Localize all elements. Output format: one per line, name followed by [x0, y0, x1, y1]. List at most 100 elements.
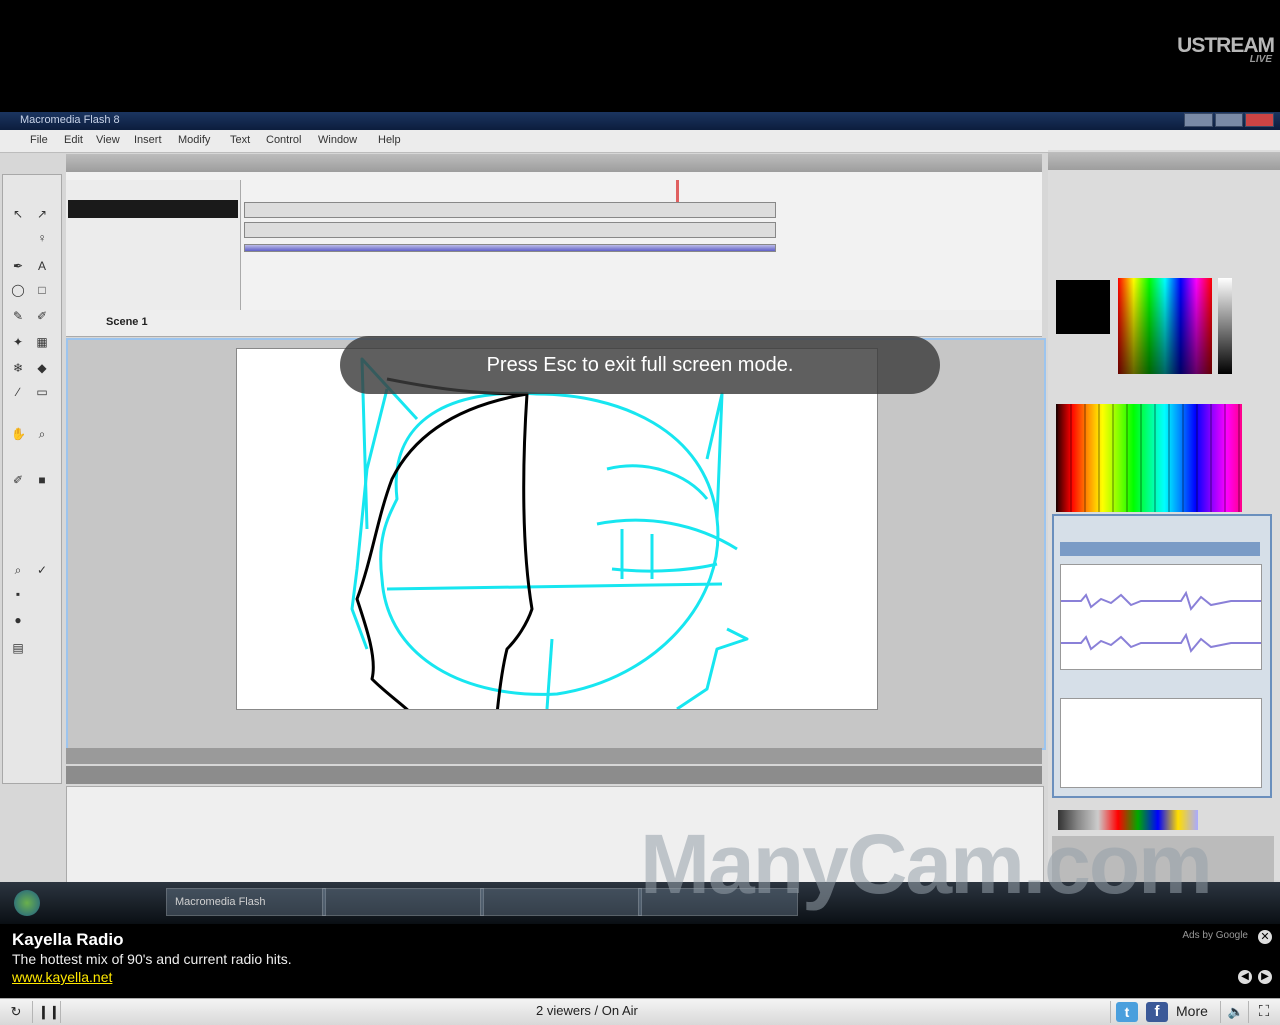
pen-tool-icon: ✒ — [12, 259, 24, 273]
ad-next-icon[interactable]: ▶ — [1258, 970, 1272, 984]
viewer-status: 2 viewers / On Air — [536, 1003, 638, 1018]
taskbar-item — [480, 888, 642, 916]
menu-item: Window — [318, 134, 358, 146]
sound-wave — [1061, 590, 1261, 654]
arrow-tool-icon: ↖ — [12, 207, 24, 221]
ustream-live-badge: LIVE — [1249, 54, 1272, 65]
ad-banner: Kayella Radio The hottest mix of 90's an… — [0, 924, 1280, 998]
fill-transform-icon: ▦ — [36, 335, 48, 349]
color-preview — [1056, 280, 1110, 334]
frame-track-selected — [244, 244, 776, 252]
playhead[interactable] — [676, 180, 679, 202]
subselect-tool-icon: ↗ — [36, 207, 48, 221]
taskbar-item: Macromedia Flash — [166, 888, 326, 916]
scene-label: Scene 1 — [106, 316, 148, 328]
ad-prev-icon[interactable]: ◀ — [1238, 970, 1252, 984]
library-preview — [1060, 564, 1262, 670]
eye-upper — [596, 518, 738, 551]
more-button[interactable]: More — [1176, 1003, 1208, 1019]
fill-color-icon: ■ — [38, 473, 46, 487]
ad-close-icon[interactable]: ✕ — [1258, 930, 1272, 944]
menu-item: Modify — [178, 134, 211, 146]
fullscreen-notice: Press Esc to exit full screen mode. — [340, 336, 940, 394]
eye-lower — [611, 562, 718, 573]
ad-title: Kayella Radio — [12, 930, 124, 949]
color-spectrum — [1118, 278, 1212, 374]
layers-column — [66, 180, 241, 312]
lock-fill-icon: ▤ — [12, 641, 24, 655]
zoom-tool-icon: ⌕ — [38, 427, 46, 441]
control-divider — [1248, 1001, 1249, 1023]
menu-item: Insert — [134, 134, 162, 146]
app-titlebar: Macromedia Flash 8 — [0, 112, 1280, 130]
text-tool-icon: A — [37, 259, 46, 273]
pencil-tool-icon: ✎ — [12, 309, 24, 323]
window-buttons — [1184, 113, 1275, 127]
frames-area — [244, 180, 776, 260]
oval-tool-icon: ◯ — [11, 283, 25, 297]
frame-track — [244, 202, 776, 218]
hand-tool-icon: ✋ — [11, 427, 26, 441]
ad-description: The hottest mix of 90's and current radi… — [12, 951, 292, 967]
minimize-icon — [1184, 113, 1213, 127]
app-title: Macromedia Flash 8 — [20, 114, 120, 126]
player-controls: ↻ ❙❙ 2 viewers / On Air t f More 🔈 ⛶ — [0, 998, 1280, 1025]
layer-row[interactable] — [68, 220, 238, 238]
frame-track — [244, 222, 776, 238]
control-divider — [60, 1001, 61, 1023]
edit-bar: Scene 1 — [66, 310, 1042, 337]
jaw-right — [676, 627, 749, 711]
eye-brow — [606, 464, 709, 500]
properties-panel-bar — [66, 766, 1042, 784]
timeline-panel — [66, 172, 1042, 313]
top-black-band — [0, 0, 1280, 112]
head-outline — [379, 391, 720, 696]
chin-line — [545, 638, 554, 710]
fullscreen-icon[interactable]: ⛶ — [1254, 1002, 1274, 1022]
menu-item: View — [96, 134, 120, 146]
video-frame[interactable]: Macromedia Flash 8 File Edit View Insert… — [0, 112, 1280, 924]
dot-icon: ▪ — [15, 587, 21, 601]
horizontal-guide — [386, 582, 723, 591]
taskbar-item — [322, 888, 484, 916]
ads-by-google: Ads by Google — [1182, 930, 1248, 941]
paint-bucket-icon: ◆ — [37, 361, 47, 375]
pause-icon[interactable]: ❙❙ — [38, 1002, 60, 1022]
ad-link[interactable]: www.kayella.net — [12, 969, 112, 985]
timeline-header — [66, 154, 1042, 172]
stroke-color-icon: ✐ — [12, 473, 24, 487]
eyedropper-icon: ∕ — [16, 385, 19, 399]
maximize-icon — [1214, 113, 1244, 127]
sketch-drawing — [350, 357, 749, 716]
refresh-icon[interactable]: ↻ — [6, 1002, 26, 1022]
control-divider — [32, 1001, 33, 1023]
manycam-watermark: ManyCam.com — [640, 817, 1213, 911]
control-divider — [1220, 1001, 1221, 1023]
eraser-icon: ▭ — [36, 385, 48, 399]
actions-panel-bar — [66, 748, 1042, 764]
color-mixer-header — [1048, 152, 1280, 170]
layer-row-active[interactable] — [68, 200, 238, 218]
stage-area — [66, 338, 1046, 750]
free-transform-icon: ✦ — [12, 335, 24, 349]
menu-item: Help — [378, 134, 401, 146]
rectangle-tool-icon: □ — [38, 283, 46, 297]
color-swatches — [1056, 404, 1242, 512]
menu-item: Control — [266, 134, 302, 146]
library-panel — [1052, 514, 1272, 798]
twitter-share-button[interactable]: t — [1116, 1002, 1138, 1022]
facebook-share-button[interactable]: f — [1146, 1002, 1168, 1022]
library-list — [1060, 698, 1262, 788]
menu-item: Edit — [64, 134, 83, 146]
control-divider — [1110, 1001, 1111, 1023]
volume-icon[interactable]: 🔈 — [1226, 1002, 1246, 1022]
lasso-tool-icon: ♀ — [37, 231, 47, 245]
start-button-icon — [14, 890, 40, 916]
ink-bottle-icon: ❄ — [12, 361, 24, 375]
brush-size-icon: ● — [14, 613, 22, 627]
menu-item: Text — [230, 134, 251, 146]
zoom-icon: ⌕ — [14, 563, 22, 577]
layer-row[interactable] — [68, 240, 238, 258]
hair-strands — [350, 388, 389, 650]
hair-center — [495, 393, 534, 715]
